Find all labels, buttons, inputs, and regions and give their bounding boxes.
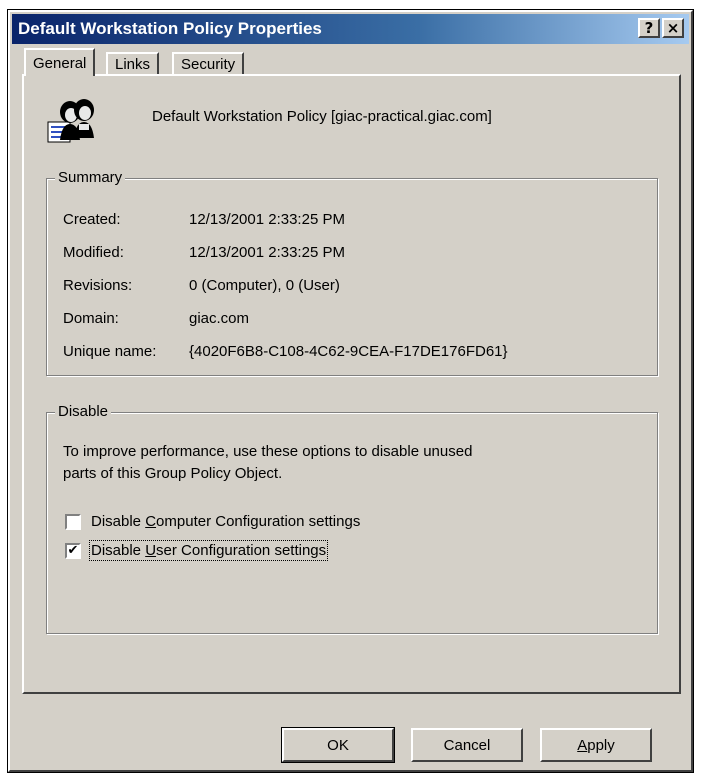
disable-description-line1: To improve performance, use these option… <box>63 443 473 460</box>
tab-links[interactable]: Links <box>106 52 160 74</box>
general-tab-panel: Default Workstation Policy [giac-practic… <box>22 74 681 694</box>
tab-general[interactable]: General <box>24 48 96 76</box>
disable-computer-checkbox[interactable] <box>65 514 81 530</box>
group-policy-users-icon <box>46 96 98 144</box>
revisions-value: 0 (Computer), 0 (User) <box>189 277 340 294</box>
modified-value: 12/13/2001 2:33:25 PM <box>189 244 345 261</box>
window-title: Default Workstation Policy Properties <box>18 19 322 38</box>
policy-name: Default Workstation Policy [giac-practic… <box>152 108 492 125</box>
close-button[interactable]: × <box>662 18 684 38</box>
disable-user-checkbox[interactable]: ✔ <box>65 543 81 559</box>
summary-group: Summary Created: 12/13/2001 2:33:25 PM M… <box>46 169 658 376</box>
disable-group: Disable To improve performance, use thes… <box>46 403 658 634</box>
apply-button[interactable]: Apply <box>540 728 652 762</box>
cancel-button[interactable]: Cancel <box>411 728 523 762</box>
tab-security[interactable]: Security <box>172 52 245 74</box>
ok-button[interactable]: OK <box>281 727 395 763</box>
disable-description-line2: parts of this Group Policy Object. <box>63 465 283 482</box>
unique-name-value: {4020F6B8-C108-4C62-9CEA-F17DE176FD61} <box>189 343 508 360</box>
title-bar[interactable]: Default Workstation Policy Properties ? … <box>12 14 689 44</box>
disable-legend: Disable <box>55 403 112 420</box>
modified-label: Modified: <box>63 244 124 261</box>
created-value: 12/13/2001 2:33:25 PM <box>189 211 345 228</box>
disable-user-label[interactable]: Disable User Configuration settings <box>88 540 329 561</box>
domain-value: giac.com <box>189 310 250 327</box>
unique-name-label: Unique name: <box>63 343 157 360</box>
disable-computer-label[interactable]: Disable Computer Configuration settings <box>91 513 360 530</box>
created-label: Created: <box>63 211 121 228</box>
summary-legend: Summary <box>55 169 126 186</box>
properties-dialog: Default Workstation Policy Properties ? … <box>7 9 694 773</box>
help-button[interactable]: ? <box>638 18 660 38</box>
revisions-label: Revisions: <box>63 277 133 294</box>
domain-label: Domain: <box>63 310 119 327</box>
